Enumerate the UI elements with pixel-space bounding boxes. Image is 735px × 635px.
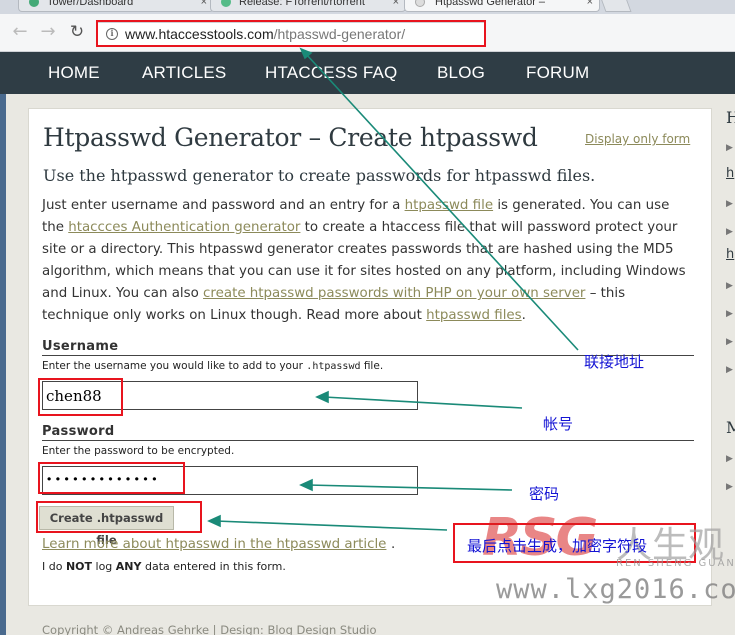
tab-close-icon[interactable]: ×	[201, 0, 207, 10]
nolog-text: log	[92, 560, 116, 573]
tab-label: Htpasswd Generator –	[435, 0, 546, 8]
no-log-notice: I do NOT log ANY data entered in this fo…	[42, 560, 286, 573]
intro-text: .	[521, 308, 526, 323]
tab-label: Tower/Dashboard	[47, 0, 134, 8]
learn-more-period: .	[391, 537, 396, 552]
nolog-emphasis: ANY	[115, 560, 142, 573]
sidebar-bullet-icon: ▶	[726, 227, 733, 237]
watermark: RSG 人生观 REN SHENG GUAN www.lxg2016.com	[476, 508, 735, 618]
display-only-form-link[interactable]: Display only form	[585, 132, 690, 146]
sidebar-bullet-icon: ▶	[726, 199, 733, 209]
password-divider	[42, 440, 694, 441]
sidebar-bullet-icon: ▶	[726, 337, 733, 347]
nav-forum[interactable]: FORUM	[526, 63, 589, 83]
watermark-url: www.lxg2016.com	[496, 574, 735, 605]
tab-label: Release: FTorrent/rtorrent	[239, 0, 365, 8]
tab-close-icon[interactable]: ×	[587, 0, 593, 10]
sidebar-bullet-icon: ▶	[726, 365, 733, 375]
intro-text: Just enter username and password and an …	[42, 198, 405, 213]
sidebar-link[interactable]: h	[726, 247, 734, 262]
username-label: Username	[42, 339, 119, 354]
sidebar-link[interactable]: h	[726, 166, 734, 181]
sidebar-bullet-icon: ▶	[726, 454, 733, 464]
php-htpasswd-link[interactable]: create htpasswd passwords with PHP on yo…	[203, 286, 585, 301]
username-desc-text: file.	[360, 360, 384, 372]
annotation-password: 密码	[529, 485, 560, 503]
nav-home[interactable]: HOME	[48, 63, 100, 83]
reload-icon[interactable]: ↻	[67, 22, 87, 42]
htpasswd-file-link[interactable]: htpasswd file	[405, 198, 494, 213]
username-desc-code: .htpasswd	[306, 361, 361, 372]
password-description: Enter the password to be encrypted.	[42, 445, 235, 457]
learn-more-link[interactable]: Learn more about htpasswd in the htpassw…	[42, 537, 386, 552]
sidebar-heading: M	[726, 418, 735, 437]
forward-arrow-icon[interactable]: →	[38, 22, 58, 42]
intro-paragraph: Just enter username and password and an …	[42, 195, 692, 327]
desktop-edge	[0, 94, 6, 635]
browser-tab-release[interactable]: Release: FTorrent/rtorrent ×	[210, 0, 406, 12]
sidebar-bullet-icon: ▶	[726, 143, 733, 153]
browser-tab-bar: Tower/Dashboard × Release: FTorrent/rtor…	[0, 0, 735, 14]
username-description: Enter the username you would like to add…	[42, 360, 383, 372]
sidebar-bullet-icon: ▶	[726, 309, 733, 319]
url-highlight-box	[96, 20, 486, 47]
password-highlight-box	[38, 462, 185, 494]
watermark-pinyin: REN SHENG GUAN	[616, 558, 735, 569]
new-tab-button[interactable]	[600, 0, 632, 12]
page-subtitle: Use the htpasswd generator to create pas…	[43, 166, 596, 185]
auth-generator-link[interactable]: htaccces Authentication generator	[68, 220, 300, 235]
sidebar-heading: H	[726, 108, 735, 127]
nav-blog[interactable]: BLOG	[437, 63, 485, 83]
annotation-username: 帐号	[543, 415, 574, 433]
browser-tab-tower[interactable]: Tower/Dashboard ×	[18, 0, 214, 12]
annotation-url: 联接地址	[584, 353, 645, 371]
username-highlight-box	[38, 378, 123, 416]
password-label: Password	[42, 424, 115, 439]
copyright-footer: Copyright © Andreas Gehrke | Design: Blo…	[42, 623, 377, 635]
browser-tab-htpasswd[interactable]: Htpasswd Generator – ×	[404, 0, 600, 12]
htpasswd-files-link[interactable]: htpasswd files	[426, 308, 521, 323]
nav-htaccess-faq[interactable]: HTACCESS FAQ	[265, 63, 397, 83]
tab-favicon-icon	[415, 0, 425, 7]
nolog-text: data entered in this form.	[141, 560, 286, 573]
annotation-button: 最后点击生成，加密字符段	[467, 537, 648, 555]
nolog-text: I do	[42, 560, 66, 573]
nolog-emphasis: NOT	[65, 560, 93, 573]
sidebar-bullet-icon: ▶	[726, 281, 733, 291]
tab-favicon-icon	[221, 0, 231, 7]
page-title: Htpasswd Generator – Create htpasswd	[43, 123, 538, 152]
nav-articles[interactable]: ARTICLES	[142, 63, 226, 83]
button-highlight-box	[36, 501, 202, 533]
site-nav: HOME ARTICLES HTACCESS FAQ BLOG FORUM	[0, 52, 735, 94]
tab-favicon-icon	[29, 0, 39, 7]
back-arrow-icon[interactable]: ←	[10, 22, 30, 42]
tab-close-icon[interactable]: ×	[393, 0, 399, 10]
username-desc-text: Enter the username you would like to add…	[42, 360, 307, 372]
sidebar-bullet-icon: ▶	[726, 482, 733, 492]
